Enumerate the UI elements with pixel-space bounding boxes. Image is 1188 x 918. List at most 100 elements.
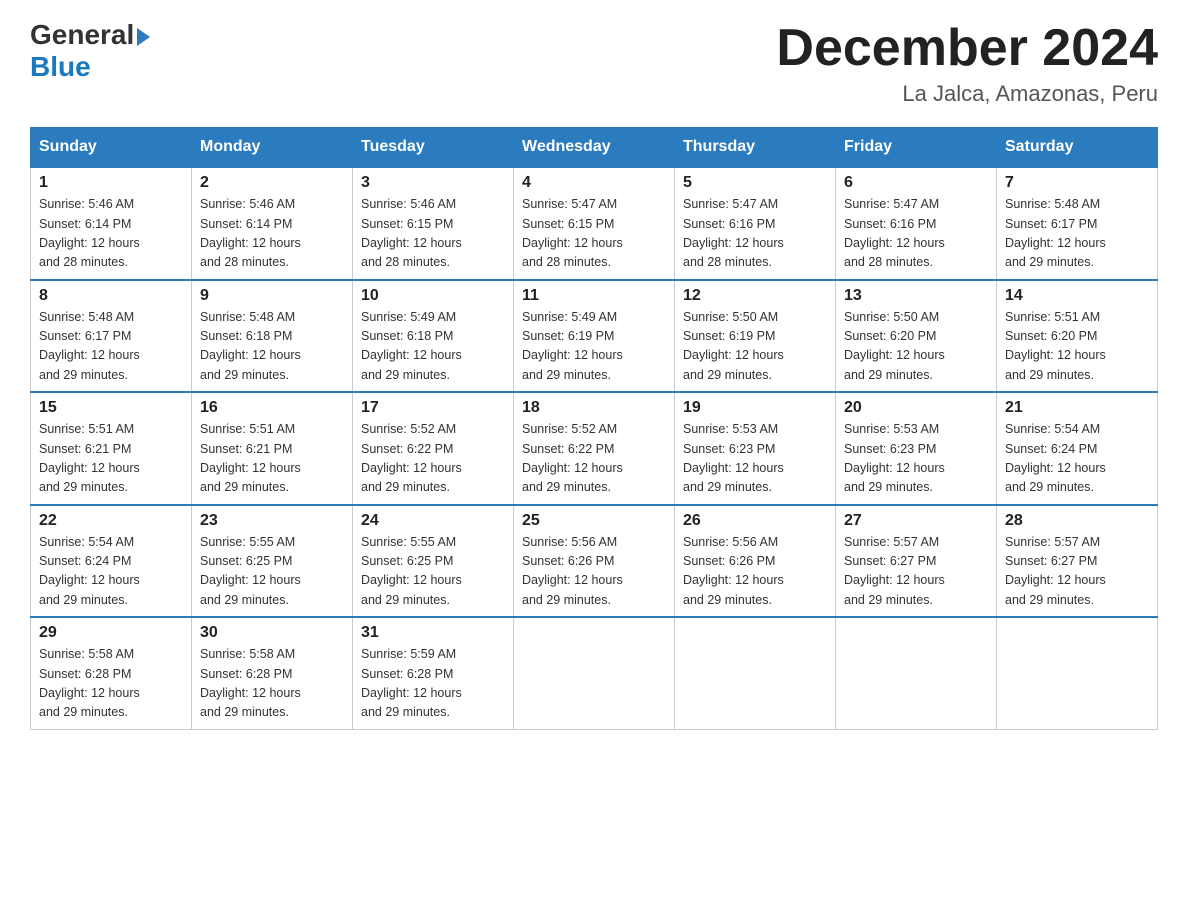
week-row-0: 1 Sunrise: 5:46 AMSunset: 6:14 PMDaylight… (31, 167, 1158, 280)
day-number: 23 (200, 512, 344, 530)
calendar-cell: 16Sunrise: 5:51 AMSunset: 6:21 PMDayligh… (192, 392, 353, 505)
calendar-cell: 23 Sunrise: 5:55 AMSunset: 6:25 PMDayligh… (192, 505, 353, 618)
day-info: Sunrise: 5:46 AMSunset: 6:15 PMDaylight:… (361, 195, 505, 273)
day-number: 10 (361, 287, 505, 305)
day-info: Sunrise: 5:49 AMSunset: 6:19 PMDaylight:… (522, 308, 666, 386)
day-info: Sunrise: 5:47 AMSunset: 6:16 PMDaylight:… (683, 195, 827, 273)
day-number: 3 (361, 174, 505, 192)
calendar-cell: 28 Sunrise: 5:57 AMSunset: 6:27 PMDayligh… (997, 505, 1158, 618)
day-number: 18 (522, 399, 666, 417)
calendar-body: 1 Sunrise: 5:46 AMSunset: 6:14 PMDaylight… (31, 167, 1158, 729)
calendar-cell (514, 617, 675, 729)
day-info: Sunrise: 5:58 AMSunset: 6:28 PMDaylight:… (200, 645, 344, 723)
logo: General Blue (30, 20, 150, 83)
day-number: 20 (844, 399, 988, 417)
day-number: 27 (844, 512, 988, 530)
calendar-cell: 6 Sunrise: 5:47 AMSunset: 6:16 PMDaylight… (836, 167, 997, 280)
calendar-title: December 2024 (776, 20, 1158, 77)
calendar-cell: 24 Sunrise: 5:55 AMSunset: 6:25 PMDayligh… (353, 505, 514, 618)
day-number: 4 (522, 174, 666, 192)
logo-arrow-icon (137, 28, 150, 46)
day-info: Sunrise: 5:47 AMSunset: 6:16 PMDaylight:… (844, 195, 988, 273)
day-info: Sunrise: 5:55 AMSunset: 6:25 PMDaylight:… (200, 533, 344, 611)
day-info: Sunrise: 5:53 AMSunset: 6:23 PMDaylight:… (683, 420, 827, 498)
day-info: Sunrise: 5:55 AMSunset: 6:25 PMDaylight:… (361, 533, 505, 611)
day-number: 15 (39, 399, 183, 417)
day-number: 2 (200, 174, 344, 192)
calendar-cell: 15 Sunrise: 5:51 AMSunset: 6:21 PMDayligh… (31, 392, 192, 505)
day-number: 1 (39, 174, 183, 192)
day-info: Sunrise: 5:58 AMSunset: 6:28 PMDaylight:… (39, 645, 183, 723)
week-row-1: 8 Sunrise: 5:48 AMSunset: 6:17 PMDaylight… (31, 280, 1158, 393)
day-info: Sunrise: 5:51 AMSunset: 6:21 PMDaylight:… (200, 420, 344, 498)
day-number: 21 (1005, 399, 1149, 417)
day-number: 5 (683, 174, 827, 192)
day-number: 6 (844, 174, 988, 192)
week-row-3: 22 Sunrise: 5:54 AMSunset: 6:24 PMDayligh… (31, 505, 1158, 618)
calendar-cell: 25 Sunrise: 5:56 AMSunset: 6:26 PMDayligh… (514, 505, 675, 618)
col-tuesday: Tuesday (353, 128, 514, 168)
day-info: Sunrise: 5:54 AMSunset: 6:24 PMDaylight:… (1005, 420, 1149, 498)
calendar-cell: 9 Sunrise: 5:48 AMSunset: 6:18 PMDaylight… (192, 280, 353, 393)
col-sunday: Sunday (31, 128, 192, 168)
day-number: 13 (844, 287, 988, 305)
logo-text: General (30, 20, 150, 51)
calendar-cell: 1Sunrise: 5:46 AMSunset: 6:14 PMDaylight… (31, 167, 192, 280)
day-number: 28 (1005, 512, 1149, 530)
day-number: 9 (200, 287, 344, 305)
calendar-cell: 8 Sunrise: 5:48 AMSunset: 6:17 PMDaylight… (31, 280, 192, 393)
header-row: Sunday Monday Tuesday Wednesday Thursday… (31, 128, 1158, 168)
col-friday: Friday (836, 128, 997, 168)
calendar-cell: 10 Sunrise: 5:49 AMSunset: 6:18 PMDayligh… (353, 280, 514, 393)
calendar-cell: 14Sunrise: 5:51 AMSunset: 6:20 PMDayligh… (997, 280, 1158, 393)
day-info: Sunrise: 5:48 AMSunset: 6:17 PMDaylight:… (1005, 195, 1149, 273)
day-number: 19 (683, 399, 827, 417)
day-info: Sunrise: 5:57 AMSunset: 6:27 PMDaylight:… (1005, 533, 1149, 611)
calendar-cell: 3 Sunrise: 5:46 AMSunset: 6:15 PMDaylight… (353, 167, 514, 280)
day-info: Sunrise: 5:50 AMSunset: 6:19 PMDaylight:… (683, 308, 827, 386)
day-number: 29 (39, 624, 183, 642)
day-info: Sunrise: 5:52 AMSunset: 6:22 PMDaylight:… (361, 420, 505, 498)
week-row-4: 29 Sunrise: 5:58 AMSunset: 6:28 PMDayligh… (31, 617, 1158, 729)
week-row-2: 15 Sunrise: 5:51 AMSunset: 6:21 PMDayligh… (31, 392, 1158, 505)
day-info: Sunrise: 5:54 AMSunset: 6:24 PMDaylight:… (39, 533, 183, 611)
logo-line2: Blue (30, 51, 91, 83)
title-block: December 2024 La Jalca, Amazonas, Peru (776, 20, 1158, 107)
day-number: 25 (522, 512, 666, 530)
calendar-cell: 18 Sunrise: 5:52 AMSunset: 6:22 PMDayligh… (514, 392, 675, 505)
day-info: Sunrise: 5:46 AMSunset: 6:14 PMDaylight:… (200, 195, 344, 273)
day-info: Sunrise: 5:56 AMSunset: 6:26 PMDaylight:… (522, 533, 666, 611)
calendar-table: Sunday Monday Tuesday Wednesday Thursday… (30, 127, 1158, 730)
day-number: 24 (361, 512, 505, 530)
col-thursday: Thursday (675, 128, 836, 168)
day-number: 7 (1005, 174, 1149, 192)
day-info: Sunrise: 5:47 AMSunset: 6:15 PMDaylight:… (522, 195, 666, 273)
day-number: 22 (39, 512, 183, 530)
calendar-cell: 7 Sunrise: 5:48 AMSunset: 6:17 PMDaylight… (997, 167, 1158, 280)
day-info: Sunrise: 5:52 AMSunset: 6:22 PMDaylight:… (522, 420, 666, 498)
calendar-cell: 11Sunrise: 5:49 AMSunset: 6:19 PMDayligh… (514, 280, 675, 393)
day-number: 8 (39, 287, 183, 305)
calendar-cell: 17 Sunrise: 5:52 AMSunset: 6:22 PMDayligh… (353, 392, 514, 505)
day-info: Sunrise: 5:49 AMSunset: 6:18 PMDaylight:… (361, 308, 505, 386)
calendar-cell: 12Sunrise: 5:50 AMSunset: 6:19 PMDayligh… (675, 280, 836, 393)
day-info: Sunrise: 5:51 AMSunset: 6:21 PMDaylight:… (39, 420, 183, 498)
calendar-cell: 26Sunrise: 5:56 AMSunset: 6:26 PMDayligh… (675, 505, 836, 618)
day-number: 17 (361, 399, 505, 417)
calendar-cell: 20 Sunrise: 5:53 AMSunset: 6:23 PMDayligh… (836, 392, 997, 505)
calendar-cell: 22 Sunrise: 5:54 AMSunset: 6:24 PMDayligh… (31, 505, 192, 618)
day-info: Sunrise: 5:48 AMSunset: 6:18 PMDaylight:… (200, 308, 344, 386)
calendar-cell (675, 617, 836, 729)
day-info: Sunrise: 5:48 AMSunset: 6:17 PMDaylight:… (39, 308, 183, 386)
calendar-cell: 5 Sunrise: 5:47 AMSunset: 6:16 PMDaylight… (675, 167, 836, 280)
day-info: Sunrise: 5:56 AMSunset: 6:26 PMDaylight:… (683, 533, 827, 611)
day-info: Sunrise: 5:57 AMSunset: 6:27 PMDaylight:… (844, 533, 988, 611)
calendar-cell: 13 Sunrise: 5:50 AMSunset: 6:20 PMDayligh… (836, 280, 997, 393)
calendar-cell (836, 617, 997, 729)
day-info: Sunrise: 5:50 AMSunset: 6:20 PMDaylight:… (844, 308, 988, 386)
day-info: Sunrise: 5:53 AMSunset: 6:23 PMDaylight:… (844, 420, 988, 498)
calendar-cell: 29 Sunrise: 5:58 AMSunset: 6:28 PMDayligh… (31, 617, 192, 729)
col-saturday: Saturday (997, 128, 1158, 168)
day-info: Sunrise: 5:59 AMSunset: 6:28 PMDaylight:… (361, 645, 505, 723)
day-number: 14 (1005, 287, 1149, 305)
